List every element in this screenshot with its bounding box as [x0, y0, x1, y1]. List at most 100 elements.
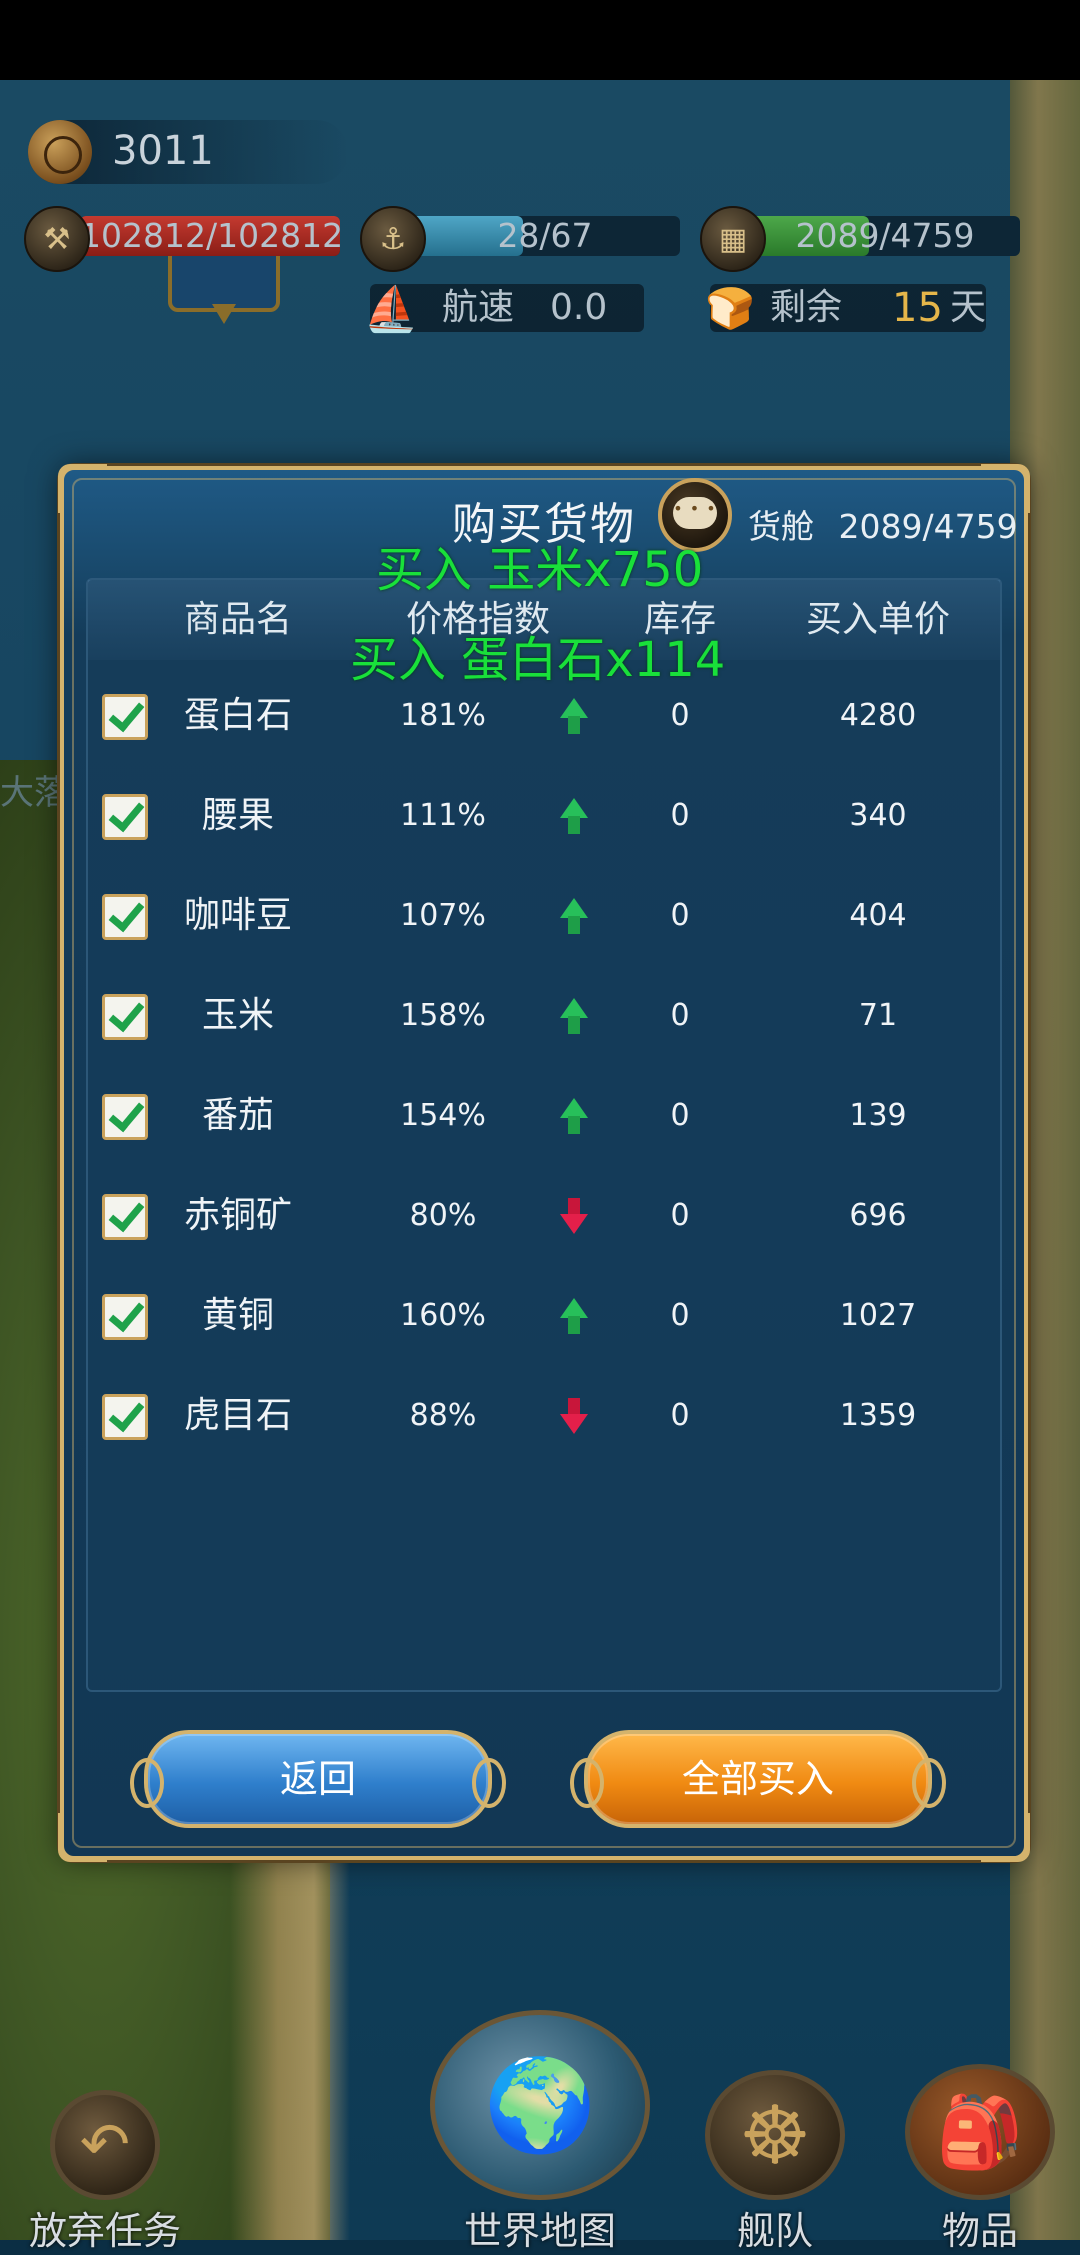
back-arrow-icon: ↶: [50, 2090, 160, 2200]
goods-row[interactable]: 腰果 111% 0 340: [88, 766, 1000, 866]
price-index: 107%: [400, 898, 486, 933]
unit-price: 1359: [839, 1398, 917, 1433]
unit-price: 4280: [839, 698, 917, 733]
unit-price: 71: [858, 998, 898, 1033]
nav-world-map[interactable]: 🌍 世界地图: [420, 2010, 660, 2255]
cargo-bar: 2089/4759: [750, 216, 1020, 256]
status-bar: [0, 0, 1080, 80]
goods-row[interactable]: 赤铜矿 80% 0 696: [88, 1166, 1000, 1266]
frame-corner: [58, 1813, 107, 1862]
remaining-unit: 天: [950, 287, 987, 328]
goods-name: 赤铜矿: [183, 1195, 292, 1236]
nav-abandon-task[interactable]: ↶ 放弃任务: [10, 2090, 200, 2255]
nav-fleet[interactable]: ☸ 舰队: [700, 2070, 850, 2255]
hammer-icon: ⚒: [24, 206, 90, 272]
select-checkbox[interactable]: [102, 794, 148, 840]
buy-all-button[interactable]: 全部买入: [570, 1730, 946, 1828]
goods-row[interactable]: 咖啡豆 107% 0 404: [88, 866, 1000, 966]
sailors-value: 28/67: [497, 216, 593, 255]
goods-row[interactable]: 虎目石 88% 0 1359: [88, 1366, 1000, 1466]
trend-up-icon: [558, 1298, 590, 1338]
button-ornament: [130, 1758, 164, 1808]
sailors-bar: 28/67: [410, 216, 680, 256]
cargo-crate-icon: ▦: [700, 206, 766, 272]
stock-count: 0: [670, 1398, 690, 1433]
stock-count: 0: [670, 798, 690, 833]
price-index: 111%: [400, 798, 486, 833]
cargo-hold-value: 2089/4759: [838, 507, 1018, 546]
button-ornament: [570, 1758, 604, 1808]
gold-display: 3011: [28, 120, 348, 184]
trend-up-icon: [558, 798, 590, 838]
unit-price: 340: [849, 798, 907, 833]
unit-price: 404: [849, 898, 907, 933]
ship-wheel-icon: ☸: [705, 2070, 845, 2200]
select-checkbox[interactable]: [102, 1294, 148, 1340]
goods-name: 黄铜: [201, 1295, 274, 1336]
goods-row[interactable]: 番茄 154% 0 139: [88, 1066, 1000, 1166]
trend-down-icon: [558, 1198, 590, 1238]
purchase-message-opal: 买入 蛋白石x114: [350, 632, 726, 688]
price-index: 154%: [400, 1098, 486, 1133]
buy-all-button-label: 全部买入: [681, 1757, 834, 1801]
nav-abandon-label: 放弃任务: [28, 2209, 181, 2253]
stock-count: 0: [670, 998, 690, 1033]
trend-up-icon: [558, 898, 590, 938]
select-checkbox[interactable]: [102, 1194, 148, 1240]
select-checkbox[interactable]: [102, 994, 148, 1040]
goods-name: 虎目石: [183, 1395, 292, 1436]
goods-name: 腰果: [201, 795, 274, 836]
remaining-value: 15: [892, 285, 943, 331]
trend-down-icon: [558, 1398, 590, 1438]
cargo-hold-label: 货舱: [748, 507, 814, 546]
cargo-hold-info: 货舱 2089/4759: [748, 500, 1018, 548]
stock-count: 0: [670, 1198, 690, 1233]
select-checkbox[interactable]: [102, 694, 148, 740]
nav-world-map-label: 世界地图: [463, 2209, 616, 2253]
unit-price: 139: [849, 1098, 907, 1133]
remaining-label: 剩余: [770, 287, 843, 328]
trend-up-icon: [558, 1098, 590, 1138]
goods-row[interactable]: 黄铜 160% 0 1027: [88, 1266, 1000, 1366]
globe-icon: 🌍: [430, 2010, 650, 2200]
nav-items[interactable]: 🎒 物品: [900, 2064, 1060, 2255]
ship-icon: ⛵: [363, 284, 419, 335]
stock-count: 0: [670, 1298, 690, 1333]
select-checkbox[interactable]: [102, 894, 148, 940]
frame-corner: [58, 464, 107, 513]
unit-price: 1027: [839, 1298, 917, 1333]
goods-table: 商品名 价格指数 库存 买入单价 蛋白石 181% 0 4280 腰果 111% 0 340 咖…: [86, 578, 1002, 1692]
gold-amount: 3011: [112, 128, 214, 174]
price-index: 160%: [400, 1298, 486, 1333]
bread-icon: 🍞: [705, 285, 755, 332]
price-index: 80%: [409, 1198, 477, 1233]
col-header-name: 商品名: [183, 599, 292, 640]
buy-goods-dialog: 购买货物 货舱 2089/4759 商品名 价格指数 库存 买入单价 蛋白石18…: [58, 464, 1030, 1862]
bag-icon: 🎒: [905, 2064, 1055, 2200]
goods-name: 咖啡豆: [183, 895, 292, 936]
durability-bar: 102812/102812: [80, 216, 344, 256]
back-button-label: 返回: [279, 1757, 356, 1801]
price-index: 88%: [409, 1398, 477, 1433]
price-index: 158%: [400, 998, 486, 1033]
frame-corner: [981, 1813, 1030, 1862]
stock-count: 0: [670, 898, 690, 933]
col-header-unit-price: 买入单价: [805, 599, 950, 640]
goods-name: 番茄: [201, 1095, 274, 1136]
speed-value: 0.0: [550, 287, 608, 328]
sailor-icon: ⚓: [360, 206, 426, 272]
nav-items-label: 物品: [941, 2209, 1018, 2253]
purchase-message-corn: 买入 玉米x750: [376, 542, 704, 598]
speed-label: 航速: [442, 287, 515, 328]
goods-name: 蛋白石: [183, 695, 292, 736]
coin-icon: [28, 120, 92, 184]
button-ornament: [472, 1758, 506, 1808]
button-ornament: [912, 1758, 946, 1808]
durability-value: 102812/102812: [80, 216, 344, 255]
goods-row[interactable]: 玉米 158% 0 71: [88, 966, 1000, 1066]
select-checkbox[interactable]: [102, 1094, 148, 1140]
select-checkbox[interactable]: [102, 1394, 148, 1440]
trend-up-icon: [558, 998, 590, 1038]
back-button[interactable]: 返回: [130, 1730, 506, 1828]
unit-price: 696: [849, 1198, 907, 1233]
